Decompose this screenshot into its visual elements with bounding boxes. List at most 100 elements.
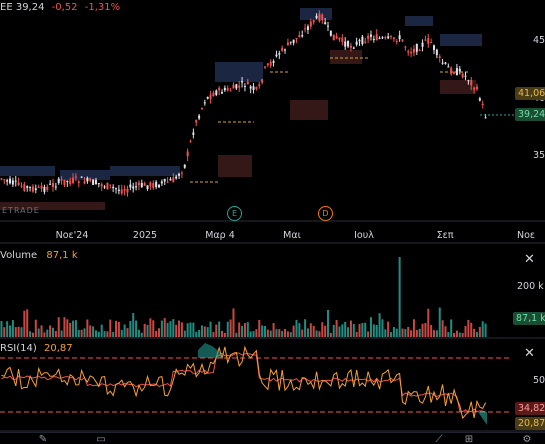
pencil-icon[interactable]: ✎: [36, 435, 50, 444]
layout-icon[interactable]: ⊞: [462, 435, 476, 444]
candle-body: [407, 51, 410, 53]
price-zone: [110, 166, 180, 176]
candle-body: [329, 30, 332, 36]
volume-bar: [160, 320, 163, 337]
volume-bar: [140, 332, 143, 337]
volume-bar: [180, 322, 183, 337]
close-volume-pane-icon[interactable]: ✕: [524, 252, 535, 267]
rsi-current-label: 20,87: [515, 417, 545, 430]
dividend-badge[interactable]: D: [318, 206, 333, 221]
candle-body: [175, 176, 178, 179]
candle-body: [378, 38, 381, 40]
candle-body: [169, 178, 172, 181]
candle-body: [97, 183, 100, 185]
volume-bar: [178, 320, 181, 337]
volume-bar: [349, 320, 352, 337]
candle-body: [140, 183, 143, 188]
candle-body: [11, 180, 14, 185]
candle-body: [163, 178, 166, 182]
close-rsi-pane-icon[interactable]: ✕: [524, 346, 535, 361]
candle-body: [223, 87, 226, 91]
candle-body: [306, 26, 309, 30]
volume-bar: [447, 331, 450, 337]
volume-bar: [352, 324, 355, 337]
volume-bar: [63, 317, 66, 337]
volume-bar: [40, 325, 43, 337]
volume-bar: [221, 330, 224, 337]
price-zone: [0, 166, 55, 176]
candle-body: [298, 35, 301, 38]
candle-body: [212, 92, 215, 97]
candle-body: [129, 184, 132, 188]
candle-body: [155, 181, 158, 188]
volume-bar: [284, 329, 287, 337]
volume-bar: [341, 324, 344, 337]
volume-bar: [246, 322, 249, 337]
volume-bar: [249, 331, 252, 337]
candle-body: [255, 87, 258, 89]
volume-bar: [129, 320, 132, 337]
candle-body: [258, 84, 261, 87]
volume-bar: [203, 326, 206, 337]
candle-body: [86, 177, 89, 182]
volume-bar: [241, 325, 244, 337]
volume-title: Volume: [0, 250, 38, 261]
volume-bar: [209, 321, 212, 337]
volume-legend[interactable]: Volume 87,1 k: [0, 250, 78, 261]
volume-bar: [327, 309, 330, 337]
volume-bar: [286, 331, 289, 337]
candle-body: [143, 183, 146, 186]
volume-bar: [86, 319, 89, 337]
volume-bar: [430, 325, 433, 337]
settings-icon[interactable]: ⚙: [520, 435, 534, 444]
volume-bar: [318, 331, 321, 337]
volume-bar: [453, 332, 456, 337]
rsi-title: RSI(14): [0, 343, 37, 354]
volume-bar: [155, 330, 158, 337]
price-zone: [215, 62, 263, 82]
volume-bar: [444, 326, 447, 337]
candle-body: [178, 173, 181, 176]
volume-bar: [441, 320, 444, 337]
volume-bar: [243, 323, 246, 337]
candle-body: [261, 79, 264, 83]
candle-body: [117, 189, 120, 191]
candle-body: [149, 182, 152, 187]
price-axis-tick-45: 45: [533, 35, 545, 46]
earnings-badge[interactable]: E: [227, 206, 242, 221]
rsi-ma-label: 34,82: [515, 402, 545, 415]
volume-bar: [200, 325, 203, 337]
rsi-value: 20,87: [43, 343, 73, 354]
cursor-icon[interactable]: ▭: [94, 435, 108, 444]
candle-body: [183, 164, 186, 168]
candle-body: [372, 39, 375, 41]
volume-bar: [298, 323, 301, 337]
candle-body: [189, 141, 192, 143]
candle-body: [395, 41, 398, 43]
volume-bar: [455, 330, 458, 337]
volume-bar: [450, 319, 453, 337]
rsi-legend[interactable]: RSI(14) 20,87: [0, 343, 73, 354]
candle-body: [284, 49, 287, 51]
volume-bar: [395, 328, 398, 337]
volume-bar: [74, 320, 77, 337]
candle-body: [435, 49, 438, 56]
volume-bar: [46, 329, 49, 337]
candle-body: [235, 84, 238, 89]
indicator-icon[interactable]: ⟋: [432, 435, 446, 444]
volume-bar: [235, 332, 238, 337]
candle-body: [278, 53, 281, 55]
candle-body: [152, 183, 155, 188]
volume-bar: [54, 331, 57, 337]
candle-body: [132, 186, 135, 189]
volume-bar: [390, 332, 393, 337]
volume-bar: [435, 330, 438, 337]
volume-bar: [364, 322, 367, 337]
volume-bar: [20, 327, 23, 337]
candle-body: [166, 181, 169, 183]
candle-body: [89, 178, 92, 181]
candle-body: [266, 63, 269, 66]
main-price-chart[interactable]: [0, 0, 545, 444]
volume-bar: [0, 321, 3, 337]
candle-body: [344, 41, 347, 47]
